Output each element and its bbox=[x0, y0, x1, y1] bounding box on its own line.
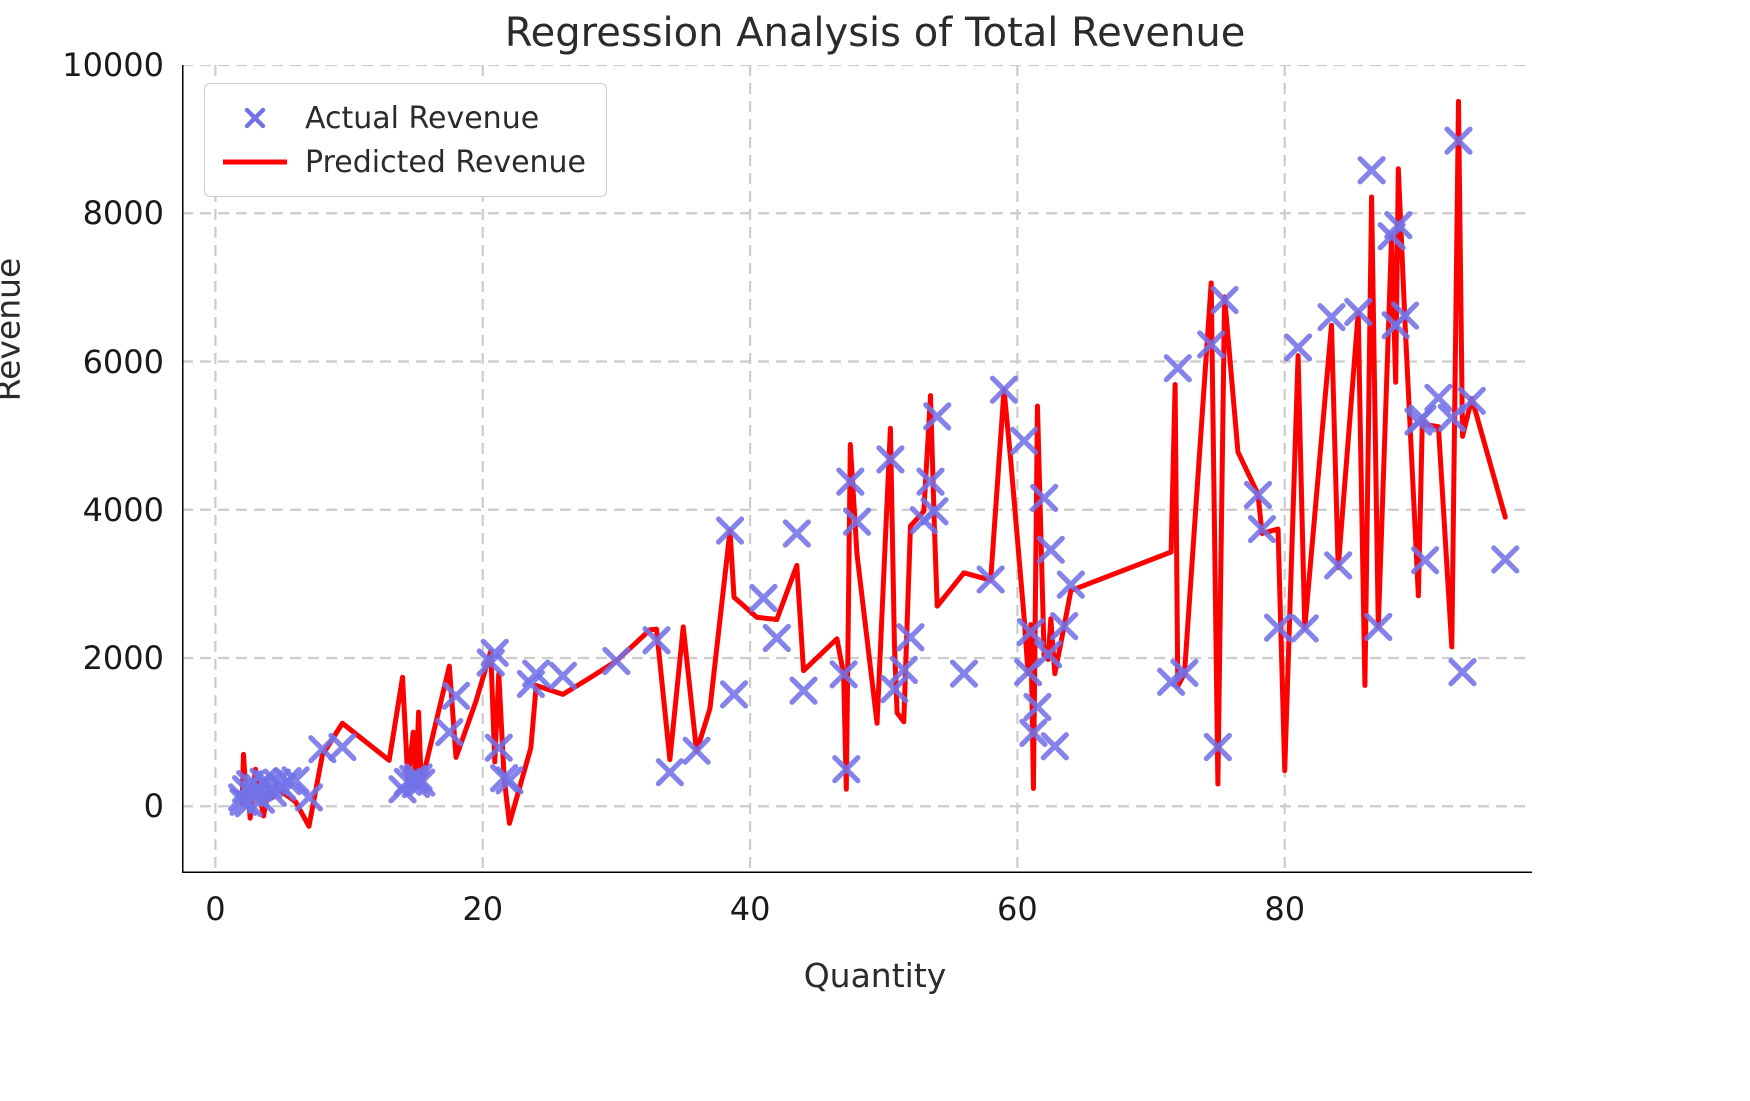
chart-figure: Regression Analysis of Total Revenue Rev… bbox=[0, 0, 1750, 1101]
y-axis-label: Revenue bbox=[0, 257, 28, 402]
x-tick-label: 20 bbox=[462, 890, 504, 928]
legend-item-predicted-revenue[interactable]: Predicted Revenue bbox=[219, 140, 586, 184]
y-tick-label: 2000 bbox=[82, 639, 164, 678]
x-tick-label: 60 bbox=[997, 890, 1038, 928]
x-tick-label: 0 bbox=[205, 890, 226, 928]
legend-label-actual-revenue: Actual Revenue bbox=[305, 100, 540, 136]
predicted-revenue-line bbox=[239, 98, 1508, 829]
x-marker-icon bbox=[219, 103, 291, 133]
x-tick-label: 40 bbox=[729, 890, 771, 928]
y-tick-label: 6000 bbox=[82, 342, 164, 381]
plot-area: Actual Revenue Predicted Revenue bbox=[182, 65, 1532, 873]
chart-legend: Actual Revenue Predicted Revenue bbox=[204, 83, 608, 197]
legend-label-predicted-revenue: Predicted Revenue bbox=[305, 144, 587, 180]
y-tick-label: 10000 bbox=[62, 46, 164, 84]
y-tick-label: 4000 bbox=[82, 490, 164, 529]
line-swatch-icon bbox=[219, 147, 291, 177]
chart-title: Regression Analysis of Total Revenue bbox=[504, 10, 1246, 56]
y-tick-label: 8000 bbox=[82, 194, 164, 233]
x-tick-label: 80 bbox=[1264, 890, 1306, 928]
x-axis-label: Quantity bbox=[803, 956, 947, 995]
legend-item-actual-revenue[interactable]: Actual Revenue bbox=[219, 96, 586, 140]
y-tick-label: 0 bbox=[143, 787, 164, 826]
